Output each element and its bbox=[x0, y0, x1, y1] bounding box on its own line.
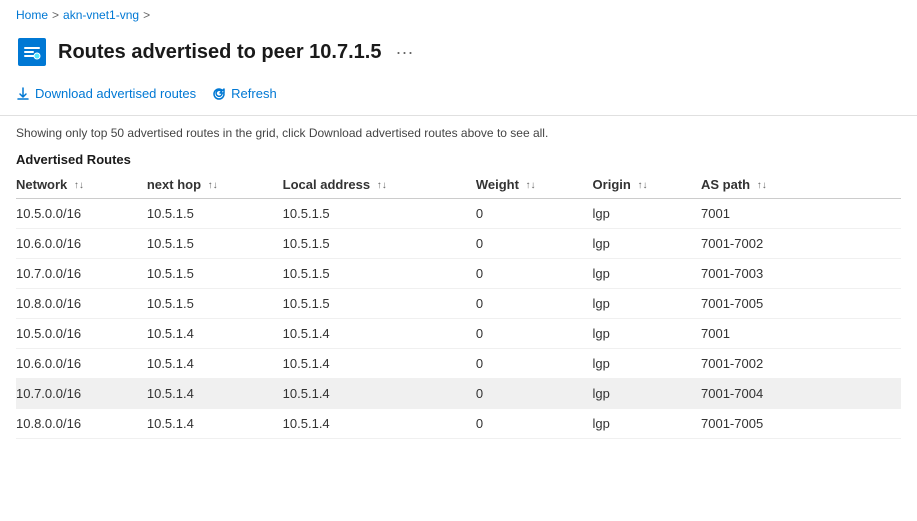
breadcrumb-sep1: > bbox=[52, 8, 59, 22]
page-title: Routes advertised to peer 10.7.1.5 bbox=[58, 41, 381, 64]
cell-network: 10.7.0.0/16 bbox=[16, 379, 147, 409]
cell-network: 10.6.0.0/16 bbox=[16, 349, 147, 379]
cell-local_address: 10.5.1.4 bbox=[283, 409, 476, 439]
vng-icon bbox=[16, 36, 48, 68]
download-icon bbox=[16, 87, 30, 101]
table-row[interactable]: 10.6.0.0/1610.5.1.510.5.1.50lgp7001-7002 bbox=[16, 229, 901, 259]
col-origin[interactable]: Origin ↑↓ bbox=[593, 171, 701, 199]
sort-icon-origin[interactable]: ↑↓ bbox=[637, 180, 647, 191]
cell-local_address: 10.5.1.5 bbox=[283, 229, 476, 259]
col-local-address[interactable]: Local address ↑↓ bbox=[283, 171, 476, 199]
breadcrumb-home[interactable]: Home bbox=[16, 8, 48, 22]
cell-next_hop: 10.5.1.5 bbox=[147, 289, 283, 319]
cell-weight: 0 bbox=[476, 409, 593, 439]
cell-as_path: 7001-7005 bbox=[701, 289, 901, 319]
download-label: Download advertised routes bbox=[35, 86, 196, 101]
toolbar: Download advertised routes Refresh bbox=[0, 78, 917, 116]
table-row[interactable]: 10.8.0.0/1610.5.1.510.5.1.50lgp7001-7005 bbox=[16, 289, 901, 319]
sort-icon-as-path[interactable]: ↑↓ bbox=[757, 180, 767, 191]
cell-next_hop: 10.5.1.4 bbox=[147, 349, 283, 379]
cell-network: 10.5.0.0/16 bbox=[16, 199, 147, 229]
cell-weight: 0 bbox=[476, 379, 593, 409]
breadcrumb-resource[interactable]: akn-vnet1-vng bbox=[63, 8, 139, 22]
col-network[interactable]: Network ↑↓ bbox=[16, 171, 147, 199]
table-container: Network ↑↓ next hop ↑↓ Local address ↑↓ … bbox=[0, 171, 917, 439]
cell-network: 10.7.0.0/16 bbox=[16, 259, 147, 289]
cell-network: 10.8.0.0/16 bbox=[16, 289, 147, 319]
cell-origin: lgp bbox=[593, 199, 701, 229]
cell-as_path: 7001-7003 bbox=[701, 259, 901, 289]
col-next-hop[interactable]: next hop ↑↓ bbox=[147, 171, 283, 199]
cell-next_hop: 10.5.1.5 bbox=[147, 199, 283, 229]
cell-as_path: 7001 bbox=[701, 319, 901, 349]
table-row[interactable]: 10.7.0.0/1610.5.1.510.5.1.50lgp7001-7003 bbox=[16, 259, 901, 289]
table-row[interactable]: 10.7.0.0/1610.5.1.410.5.1.40lgp7001-7004 bbox=[16, 379, 901, 409]
cell-local_address: 10.5.1.5 bbox=[283, 199, 476, 229]
breadcrumb-sep2: > bbox=[143, 8, 150, 22]
info-text: Showing only top 50 advertised routes in… bbox=[0, 116, 917, 146]
sort-icon-network[interactable]: ↑↓ bbox=[74, 180, 84, 191]
cell-local_address: 10.5.1.4 bbox=[283, 349, 476, 379]
cell-weight: 0 bbox=[476, 199, 593, 229]
table-row[interactable]: 10.6.0.0/1610.5.1.410.5.1.40lgp7001-7002 bbox=[16, 349, 901, 379]
cell-next_hop: 10.5.1.4 bbox=[147, 319, 283, 349]
cell-origin: lgp bbox=[593, 319, 701, 349]
cell-local_address: 10.5.1.4 bbox=[283, 319, 476, 349]
cell-origin: lgp bbox=[593, 289, 701, 319]
refresh-button[interactable]: Refresh bbox=[212, 82, 277, 105]
section-label: Advertised Routes bbox=[0, 146, 917, 171]
routes-table: Network ↑↓ next hop ↑↓ Local address ↑↓ … bbox=[16, 171, 901, 439]
cell-origin: lgp bbox=[593, 379, 701, 409]
breadcrumb: Home > akn-vnet1-vng > bbox=[0, 0, 917, 30]
cell-origin: lgp bbox=[593, 229, 701, 259]
info-message: Showing only top 50 advertised routes in… bbox=[16, 126, 548, 140]
cell-origin: lgp bbox=[593, 409, 701, 439]
col-weight[interactable]: Weight ↑↓ bbox=[476, 171, 593, 199]
cell-weight: 0 bbox=[476, 319, 593, 349]
cell-weight: 0 bbox=[476, 229, 593, 259]
cell-weight: 0 bbox=[476, 349, 593, 379]
table-row[interactable]: 10.5.0.0/1610.5.1.510.5.1.50lgp7001 bbox=[16, 199, 901, 229]
sort-icon-local-address[interactable]: ↑↓ bbox=[377, 180, 387, 191]
cell-as_path: 7001-7004 bbox=[701, 379, 901, 409]
cell-origin: lgp bbox=[593, 349, 701, 379]
sort-icon-weight[interactable]: ↑↓ bbox=[526, 180, 536, 191]
cell-next_hop: 10.5.1.5 bbox=[147, 229, 283, 259]
cell-local_address: 10.5.1.5 bbox=[283, 289, 476, 319]
refresh-icon bbox=[212, 87, 226, 101]
cell-next_hop: 10.5.1.4 bbox=[147, 379, 283, 409]
download-button[interactable]: Download advertised routes bbox=[16, 82, 196, 105]
cell-as_path: 7001 bbox=[701, 199, 901, 229]
page-header: Routes advertised to peer 10.7.1.5 ··· bbox=[0, 30, 917, 78]
col-as-path[interactable]: AS path ↑↓ bbox=[701, 171, 901, 199]
cell-origin: lgp bbox=[593, 259, 701, 289]
cell-network: 10.8.0.0/16 bbox=[16, 409, 147, 439]
cell-weight: 0 bbox=[476, 259, 593, 289]
cell-as_path: 7001-7002 bbox=[701, 349, 901, 379]
cell-next_hop: 10.5.1.5 bbox=[147, 259, 283, 289]
cell-network: 10.5.0.0/16 bbox=[16, 319, 147, 349]
table-header-row: Network ↑↓ next hop ↑↓ Local address ↑↓ … bbox=[16, 171, 901, 199]
cell-local_address: 10.5.1.4 bbox=[283, 379, 476, 409]
refresh-label: Refresh bbox=[231, 86, 277, 101]
cell-as_path: 7001-7002 bbox=[701, 229, 901, 259]
cell-network: 10.6.0.0/16 bbox=[16, 229, 147, 259]
cell-next_hop: 10.5.1.4 bbox=[147, 409, 283, 439]
cell-weight: 0 bbox=[476, 289, 593, 319]
cell-as_path: 7001-7005 bbox=[701, 409, 901, 439]
table-row[interactable]: 10.5.0.0/1610.5.1.410.5.1.40lgp7001 bbox=[16, 319, 901, 349]
cell-local_address: 10.5.1.5 bbox=[283, 259, 476, 289]
table-row[interactable]: 10.8.0.0/1610.5.1.410.5.1.40lgp7001-7005 bbox=[16, 409, 901, 439]
more-options-icon[interactable]: ··· bbox=[395, 42, 413, 63]
sort-icon-next-hop[interactable]: ↑↓ bbox=[208, 180, 218, 191]
